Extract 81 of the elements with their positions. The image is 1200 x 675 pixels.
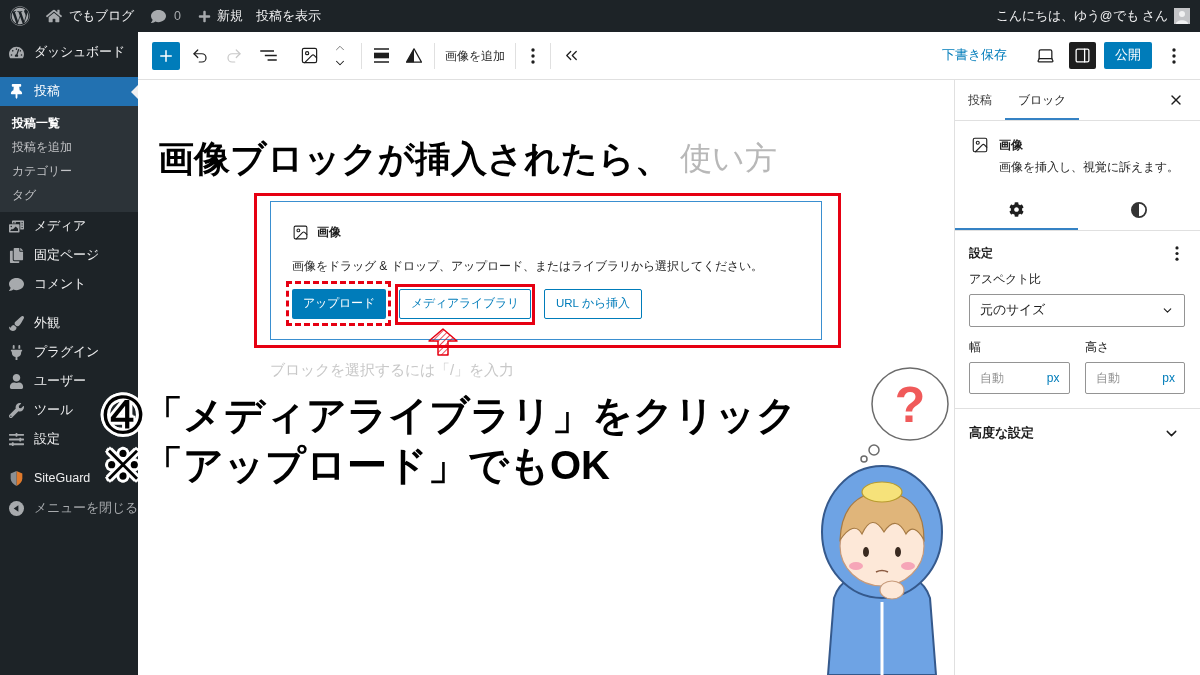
new-content-link[interactable]: 新規 [197, 6, 243, 26]
pushpin-icon [9, 84, 24, 99]
sidebar-panel-icon [1074, 47, 1091, 64]
block-card-description: 画像を挿入し、視覚に訴えます。 [999, 160, 1179, 175]
align-icon [373, 48, 389, 63]
publish-button[interactable]: 公開 [1104, 42, 1152, 69]
field-label: 高さ [1084, 340, 1109, 355]
panel-tab[interactable]: 投稿 [955, 80, 1005, 120]
user-icon [9, 374, 24, 389]
add-block-button[interactable] [152, 41, 180, 70]
block-title: 画像 [317, 224, 341, 241]
add-image-button[interactable]: 画像を追加 [435, 39, 515, 72]
field-label: アスペクト比 [969, 272, 1041, 287]
question-mark: ? [894, 377, 926, 433]
contrast-icon [1130, 201, 1147, 218]
sidebar-item[interactable]: SiteGuard [0, 464, 95, 493]
sidebar-item[interactable]: メディア [0, 212, 90, 241]
settings-toggle-button[interactable] [1069, 42, 1096, 69]
image-block[interactable]: 画像 画像をドラッグ & ドロップ、アップロード、またはライブラリから選択してください。 アップロード メディアライブラリ URL から挿入 [270, 201, 822, 340]
option-button[interactable]: URL から挿入 [544, 289, 642, 319]
save-draft-button[interactable]: 下書き保存 [940, 46, 1009, 65]
image-icon [292, 223, 309, 241]
plug-icon [9, 345, 24, 360]
panel-tab[interactable]: ブロック [1005, 80, 1079, 120]
avatar-icon [1174, 8, 1190, 24]
unit-label: px [1046, 370, 1060, 386]
unit-label: px [1162, 370, 1175, 386]
more-vertical-icon [1172, 47, 1176, 64]
home-icon [46, 8, 62, 24]
sidebar-item[interactable]: ツール [0, 396, 77, 425]
plus-icon [197, 9, 211, 23]
shield-icon [9, 471, 24, 486]
gauge-icon [9, 45, 24, 60]
image-icon [971, 136, 989, 154]
collapse-menu-button[interactable]: メニューを閉じる [0, 493, 142, 523]
block-card-title: 画像 [999, 137, 1023, 153]
sliders-icon [9, 432, 24, 447]
wordpress-logo-icon [10, 6, 30, 26]
sidebar-item[interactable]: プラグイン [0, 338, 103, 367]
comments-link[interactable]: 0 [151, 6, 181, 26]
sidebar-item[interactable]: コメント [0, 270, 90, 299]
sidebar-item[interactable]: 投稿 [0, 77, 138, 106]
account-link[interactable]: こんにちは、ゆう@でも さん [995, 6, 1190, 26]
site-name-link[interactable]: でもブログ [46, 6, 134, 26]
sidebar-item[interactable]: ダッシュボード [0, 38, 129, 67]
section-title: 設定 [969, 245, 993, 262]
submenu-item[interactable]: カテゴリー [0, 159, 138, 183]
aspect-ratio-select[interactable]: 元のサイズ [969, 294, 1185, 327]
submenu-item[interactable]: 投稿一覧 [0, 111, 138, 135]
paintbrush-icon [9, 316, 24, 331]
field-label: 幅 [969, 340, 981, 355]
more-vertical-icon [531, 47, 535, 64]
step-instruction: ※「アップロード」でもOK [103, 442, 610, 489]
media-icon [9, 219, 24, 234]
laptop-icon [1035, 46, 1055, 65]
block-instructions: 画像をドラッグ & ドロップ、アップロード、またはライブラリから選択してください。 [292, 258, 763, 275]
up-arrow [428, 328, 458, 356]
submenu-item[interactable]: 投稿を追加 [0, 135, 138, 159]
caption-text: 画像ブロックが挿入されたら、 [158, 137, 671, 181]
advanced-settings-toggle[interactable]: 高度な設定 [955, 409, 1200, 457]
sidebar-item[interactable]: 設定 [0, 425, 64, 454]
option-button[interactable]: メディアライブラリ [399, 289, 531, 319]
more-vertical-icon [1175, 245, 1179, 261]
image-icon [299, 46, 319, 65]
upload-button[interactable]: アップロード [292, 289, 386, 319]
redo-icon [225, 46, 243, 65]
undo-icon [191, 46, 209, 65]
pages-icon [9, 248, 24, 263]
collapse-icon [9, 500, 24, 516]
active-pointer-icon [131, 84, 138, 99]
sidebar-item[interactable]: ユーザー [0, 367, 90, 396]
submenu-item[interactable]: タグ [0, 183, 138, 207]
wrench-icon [9, 403, 24, 418]
sidebar-item[interactable]: 外観 [0, 309, 64, 338]
list-view-icon [259, 50, 277, 61]
settings-icon [1008, 202, 1024, 217]
speech-bubble-icon [9, 277, 24, 292]
speech-bubble-icon [151, 8, 166, 24]
view-post-link[interactable]: 投稿を表示 [255, 6, 321, 26]
sidebar-item[interactable]: 固定ページ [0, 241, 103, 270]
triangle-icon [406, 48, 422, 63]
